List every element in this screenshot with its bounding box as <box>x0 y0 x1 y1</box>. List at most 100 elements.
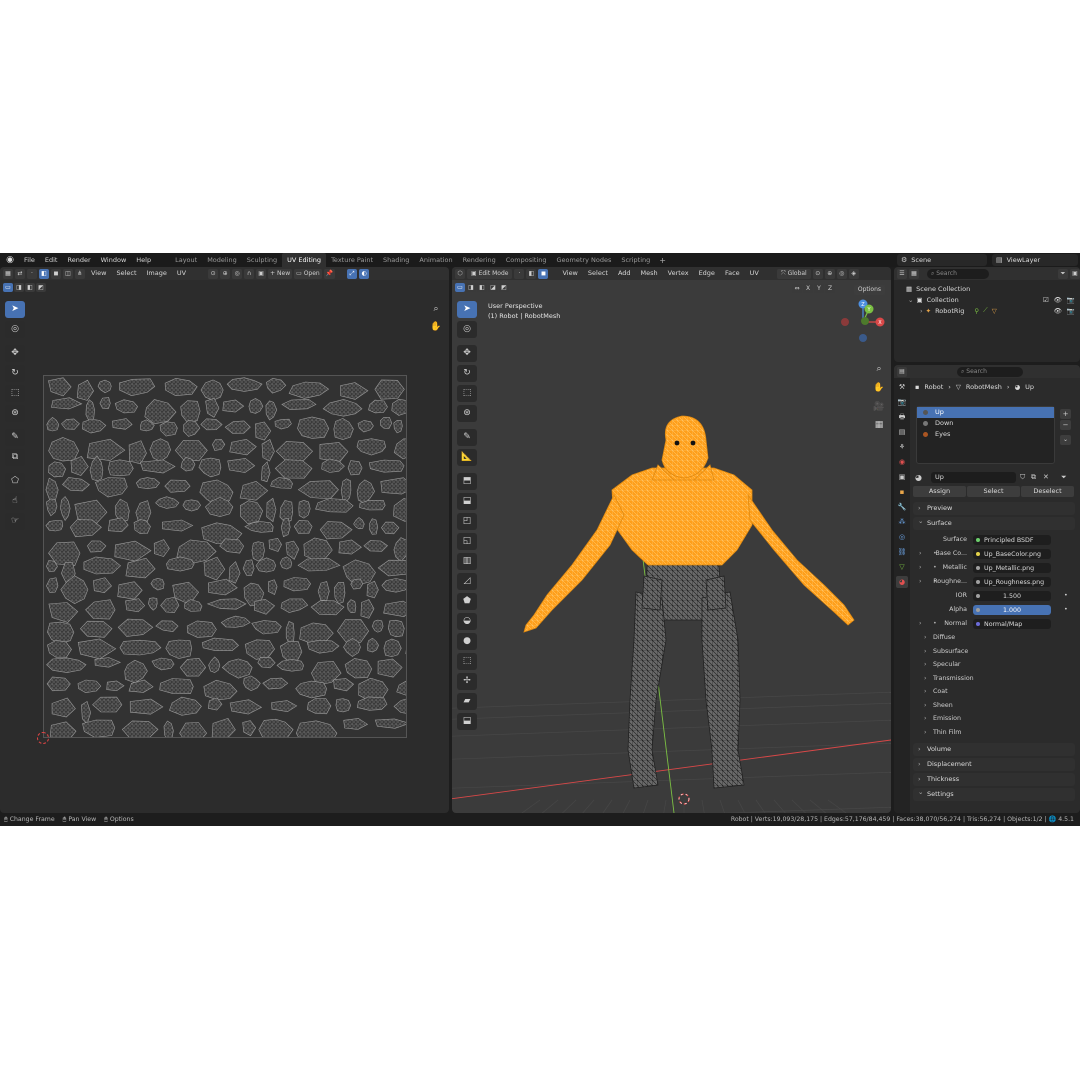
spin-tool-icon[interactable]: ◒ <box>457 613 477 630</box>
transform-tool-icon[interactable]: ⊛ <box>5 405 25 422</box>
menu-edit[interactable]: Edit <box>40 253 63 267</box>
vp-annotate-tool-icon[interactable]: ✎ <box>457 429 477 446</box>
duplicate-material-icon[interactable]: ⧉ <box>1031 472 1036 483</box>
keyframe-dot-icon[interactable]: • <box>1064 590 1068 601</box>
image-browse-icon[interactable]: ▣ <box>256 268 267 279</box>
mirror-toggle-icon[interactable]: ⇔ <box>792 284 802 293</box>
mode-selector[interactable]: ▣ Edit Mode <box>467 268 513 279</box>
proportional-edit-icon[interactable]: ◎ <box>232 268 243 279</box>
world-tab-icon[interactable]: ◉ <box>896 456 908 468</box>
pivot-icon[interactable]: ⊙ <box>208 268 219 279</box>
viewport-scene[interactable]: ZYX <box>452 280 891 813</box>
subpanel-sheen[interactable]: Sheen <box>921 700 1071 712</box>
surface-shader-field[interactable]: Principled BSDF <box>973 534 1051 545</box>
select-button[interactable]: Select <box>967 486 1020 497</box>
tab-compositing[interactable]: Compositing <box>501 253 552 267</box>
metallic-field[interactable]: Up_Metallic.png <box>973 562 1051 573</box>
sync-selection-icon[interactable]: ⇄ <box>15 268 25 279</box>
options-dropdown[interactable]: Options <box>853 285 885 295</box>
outliner-type-icon[interactable]: ☰ <box>897 268 907 279</box>
vp-measure-tool-icon[interactable]: 📐 <box>457 449 477 466</box>
material-filter-icon[interactable]: ⏷ <box>1061 472 1067 483</box>
tab-scripting[interactable]: Scripting <box>616 253 655 267</box>
volume-panel[interactable]: Volume <box>913 743 1075 756</box>
annotate-tool-icon[interactable]: ✎ <box>5 429 25 446</box>
vertex-mode-icon[interactable]: · <box>514 268 525 279</box>
material-name-field[interactable]: Up <box>931 472 1016 483</box>
relax-tool-icon[interactable]: ☝ <box>5 493 25 510</box>
select-subtract-icon[interactable]: ◧ <box>25 283 35 292</box>
blender-logo-icon[interactable]: ◉ <box>4 254 16 266</box>
uv-menu-image[interactable]: Image <box>143 267 171 280</box>
outliner-row-collection[interactable]: ⌄ ▣ Collection ☑ 👁 📷 <box>894 294 1080 305</box>
vp-menu-select[interactable]: Select <box>584 267 612 280</box>
properties-type-icon[interactable]: ▤ <box>897 366 907 377</box>
add-cube-tool-icon[interactable]: ⬒ <box>457 473 477 490</box>
subpanel-specular[interactable]: Specular <box>921 659 1071 671</box>
tab-shading[interactable]: Shading <box>378 253 414 267</box>
shrink-tool-icon[interactable]: ✢ <box>457 673 477 690</box>
shear-tool-icon[interactable]: ▰ <box>457 693 477 710</box>
viewport-snap-icon[interactable]: ⊕ <box>824 268 835 279</box>
vp-menu-vertex[interactable]: Vertex <box>664 267 693 280</box>
tab-sculpting[interactable]: Sculpting <box>242 253 282 267</box>
display-mode-icon[interactable]: ▦ <box>909 268 919 279</box>
collection-tab-icon[interactable]: ▣ <box>896 471 908 483</box>
vp-rotate-tool-icon[interactable]: ↻ <box>457 365 477 382</box>
settings-panel[interactable]: Settings <box>913 786 1075 801</box>
base-color-field[interactable]: Up_BaseColor.png <box>973 548 1051 559</box>
face-select-icon[interactable]: ◼ <box>51 268 61 279</box>
edge-select-icon[interactable]: ◧ <box>39 268 49 279</box>
vp-pan-icon[interactable]: ✋ <box>872 381 886 395</box>
thickness-panel[interactable]: Thickness <box>913 773 1075 786</box>
new-collection-icon[interactable]: ▣ <box>1070 268 1080 279</box>
falloff-icon[interactable]: ∩ <box>244 268 255 279</box>
mirror-z-button[interactable]: Z <box>825 284 835 293</box>
overlay-toggle-icon[interactable]: ◐ <box>359 268 370 279</box>
snap-icon[interactable]: ⊕ <box>220 268 231 279</box>
ior-field[interactable]: 1.500 <box>973 590 1051 601</box>
uv-layout[interactable] <box>43 375 407 738</box>
slot-menu-button[interactable]: ⌄ <box>1060 435 1071 445</box>
robotrig-eye-icon[interactable]: 👁 <box>1054 307 1062 315</box>
view-layer-selector[interactable]: ▤ ViewLayer <box>992 254 1078 266</box>
material-slot-eyes[interactable]: Eyes <box>917 429 1054 440</box>
subpanel-diffuse[interactable]: Diffuse <box>921 632 1071 644</box>
vertex-select-icon[interactable]: · <box>27 268 37 279</box>
physics-tab-icon[interactable]: ◎ <box>896 531 908 543</box>
material-slot-up[interactable]: Up <box>917 407 1054 418</box>
visibility-eye-icon[interactable]: 👁 <box>1054 296 1062 304</box>
knife-tool-icon[interactable]: ◿ <box>457 573 477 590</box>
scene-selector[interactable]: ⚙ Scene <box>897 254 987 266</box>
island-select-icon[interactable]: ◫ <box>63 268 73 279</box>
material-slot-down[interactable]: Down <box>917 418 1054 429</box>
bevel-tool-icon[interactable]: ◱ <box>457 533 477 550</box>
fake-user-icon[interactable]: ⛉ <box>1020 472 1025 483</box>
expand-icon[interactable]: ⌄ <box>908 296 913 304</box>
scene-tab-icon[interactable]: ⚘ <box>896 441 908 453</box>
edge-slide-tool-icon[interactable]: ⬚ <box>457 653 477 670</box>
cursor-tool-icon[interactable]: ◎ <box>5 321 25 338</box>
expand-icon[interactable]: › <box>919 562 922 573</box>
uv-pan-icon[interactable]: ✋ <box>429 320 443 334</box>
subpanel-thin-film[interactable]: Thin Film <box>921 727 1071 739</box>
add-slot-button[interactable]: + <box>1060 409 1071 419</box>
outliner-filter-icon[interactable]: ⏷ <box>1058 268 1068 279</box>
vp-ortho-icon[interactable]: ▦ <box>872 418 886 432</box>
uv-zoom-icon[interactable]: ⌕ <box>429 302 443 316</box>
select-intersect-icon[interactable]: ◩ <box>36 283 46 292</box>
orientation-selector[interactable]: ⤧ Global <box>776 268 811 279</box>
inset-tool-icon[interactable]: ◰ <box>457 513 477 530</box>
vp-transform-tool-icon[interactable]: ⊛ <box>457 405 477 422</box>
expand-collapsed-icon[interactable]: › <box>920 307 923 315</box>
tab-geometry-nodes[interactable]: Geometry Nodes <box>552 253 617 267</box>
properties-search[interactable]: ⌕ Search <box>957 366 1023 377</box>
subpanel-emission[interactable]: Emission <box>921 713 1071 725</box>
viewport-editor-type-icon[interactable]: ⬡ <box>455 268 465 279</box>
mirror-y-button[interactable]: Y <box>814 284 824 293</box>
editor-type-icon[interactable]: ▦ <box>3 268 13 279</box>
keyframe-dot-icon[interactable]: • <box>1064 604 1068 615</box>
tab-layout[interactable]: Layout <box>170 253 202 267</box>
deselect-button[interactable]: Deselect <box>1021 486 1074 497</box>
subpanel-transmission[interactable]: Transmission <box>921 673 1071 685</box>
